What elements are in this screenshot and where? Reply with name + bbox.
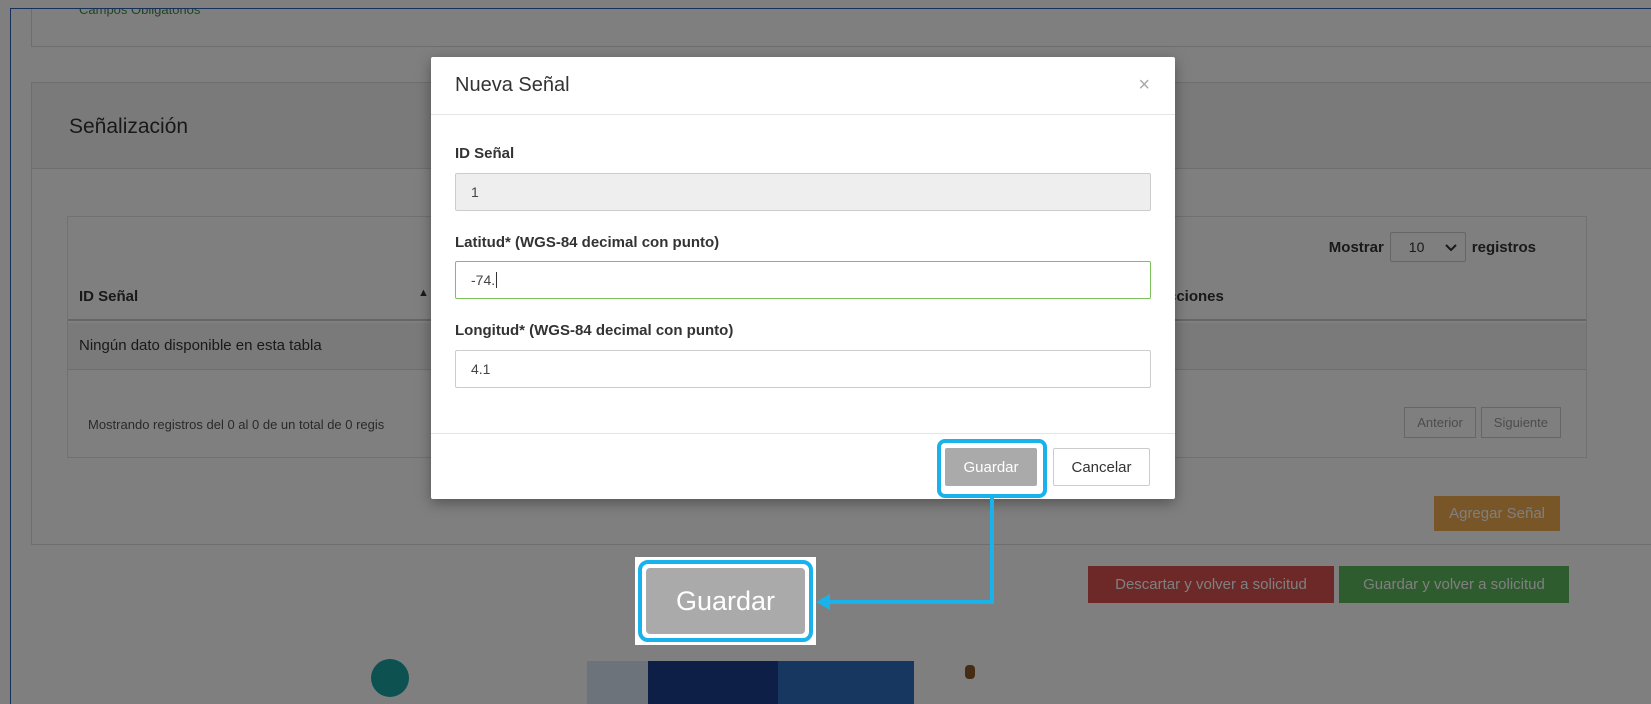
new-signal-dialog: Nueva Señal × ID Señal 1 Latitud* (WGS-8…: [431, 57, 1175, 499]
dialog-title: Nueva Señal: [455, 74, 570, 96]
id-senal-value: 1: [471, 184, 479, 200]
latitude-value: -74.: [471, 272, 496, 288]
callout-connector: [826, 600, 994, 604]
id-senal-field: 1: [455, 173, 1151, 211]
id-senal-label: ID Señal: [455, 145, 515, 162]
longitude-label: Longitud* (WGS-84 decimal con punto): [455, 322, 734, 339]
dialog-footer: Guardar Cancelar: [431, 433, 1175, 499]
dialog-header: Nueva Señal ×: [431, 57, 1175, 115]
latitude-field[interactable]: -74.: [455, 261, 1151, 299]
zoomed-save-button: Guardar: [646, 568, 805, 634]
callout-connector: [990, 498, 994, 604]
callout-arrow-icon: [816, 594, 830, 610]
longitude-field[interactable]: 4.1: [455, 350, 1151, 388]
zoom-callout: Guardar: [635, 557, 816, 645]
text-cursor: [496, 272, 498, 288]
page: Campos Obligatorios Señalización Mostrar…: [0, 0, 1651, 704]
longitude-value: 4.1: [471, 361, 491, 377]
close-icon[interactable]: ×: [1138, 75, 1150, 95]
highlight-box: [937, 439, 1047, 498]
latitude-label: Latitud* (WGS-84 decimal con punto): [455, 234, 720, 251]
cancel-button[interactable]: Cancelar: [1053, 448, 1150, 486]
